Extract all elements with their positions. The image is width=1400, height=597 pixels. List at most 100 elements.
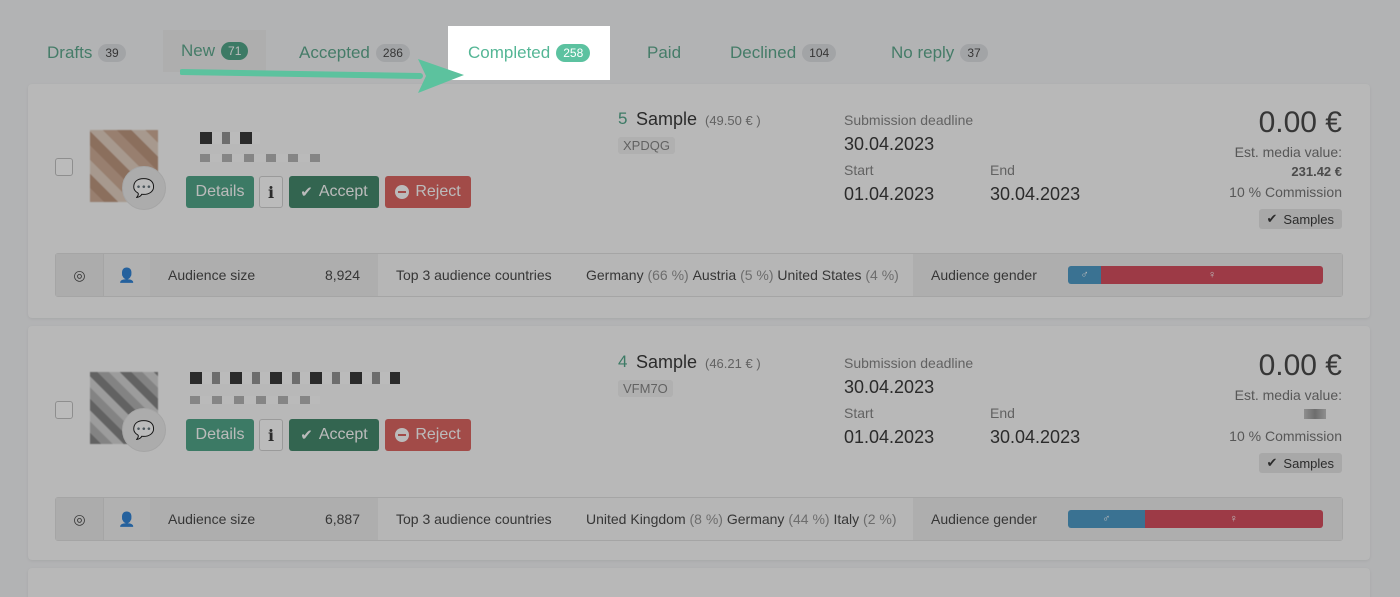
info-button[interactable]: i (259, 419, 283, 451)
check-icon: ✔ (1266, 211, 1278, 226)
top-countries-value: United Kingdom (8 %) Germany (44 %) Ital… (586, 498, 913, 540)
commission: 10 % Commission (1229, 184, 1342, 200)
gender-bar-wrap: ♂ ♀ (1068, 498, 1342, 540)
accept-button[interactable]: ✔ Accept (289, 419, 379, 451)
gender-bar: ♂ ♀ (1068, 510, 1323, 528)
chat-icon[interactable]: 💬 (122, 408, 166, 452)
check-icon: ✔ (1266, 455, 1278, 470)
details-button[interactable]: Details (186, 419, 254, 451)
user-icon: 👤 (104, 498, 150, 540)
gender-female-segment: ♀ (1144, 510, 1323, 528)
audience-size-value: 6,887 (305, 498, 378, 540)
deadline-value: 30.04.2023 (844, 134, 935, 154)
country-name: United States (777, 267, 862, 283)
product-code: VFM7O (618, 380, 673, 397)
end-value: 30.04.2023 (990, 427, 1081, 447)
tab-completed[interactable]: Completed 258 (448, 26, 611, 80)
collaboration-card (28, 568, 1370, 597)
select-checkbox[interactable] (55, 158, 73, 176)
redacted-name (190, 372, 400, 384)
tab-count-badge: 37 (960, 44, 988, 62)
tab-drafts[interactable]: Drafts 39 (47, 26, 126, 80)
male-icon: ♂ (1080, 269, 1089, 281)
country-pct: (8 %) (689, 511, 723, 527)
tab-no-reply[interactable]: No reply 37 (891, 26, 988, 80)
gender-male-segment: ♂ (1068, 266, 1102, 284)
female-icon: ♀ (1207, 269, 1217, 281)
info-button[interactable]: i (259, 176, 283, 208)
country-name: Germany (586, 267, 644, 283)
deadline-label: Submission deadline (844, 112, 974, 128)
gender-female-segment: ♀ (1101, 266, 1323, 284)
audience-size-label: Audience size (150, 498, 305, 540)
tab-count-badge: 39 (98, 44, 126, 62)
reject-button[interactable]: Reject (385, 176, 471, 208)
tab-count-badge: 104 (802, 44, 837, 62)
country-name: United Kingdom (586, 511, 686, 527)
end-value: 30.04.2023 (990, 184, 1081, 204)
accept-button[interactable]: ✔ Accept (289, 176, 379, 208)
collaboration-card: 💬 Details i ✔ Accept Reject 4 Sample (46.… (28, 326, 1370, 560)
reject-label: Reject (415, 426, 461, 443)
media-value-label: Est. media value: (1234, 387, 1342, 403)
status-tabs: Drafts 39 New 71 Accepted 286 Completed … (28, 26, 1028, 80)
reject-button[interactable]: Reject (385, 419, 471, 451)
gender-bar-wrap: ♂ ♀ (1068, 254, 1342, 296)
product-name: Sample (636, 109, 698, 129)
samples-label: Samples (1283, 455, 1334, 471)
samples-label: Samples (1283, 211, 1334, 227)
annotation-arrow-icon (180, 59, 464, 93)
check-icon: ✔ (300, 184, 313, 201)
check-icon: ✔ (300, 427, 313, 444)
minus-circle-icon (395, 185, 410, 199)
tab-count-badge: 258 (556, 44, 591, 62)
tab-label: No reply (891, 43, 955, 62)
chat-icon[interactable]: 💬 (122, 166, 166, 210)
details-label: Details (195, 183, 245, 200)
product-code: XPDQG (618, 137, 675, 154)
tab-label: Drafts (47, 43, 93, 62)
tab-label: Declined (730, 43, 797, 62)
tab-label: Completed (468, 43, 551, 62)
accept-label: Accept (318, 426, 368, 443)
minus-circle-icon (395, 428, 410, 442)
country-pct: (2 %) (863, 511, 897, 527)
country-name: Germany (726, 511, 785, 527)
audience-size-label: Audience size (150, 254, 305, 296)
top-countries-label: Top 3 audience countries (378, 254, 586, 296)
end-label: End (990, 162, 1015, 178)
country-name: Austria (692, 267, 737, 283)
tab-paid[interactable]: Paid (647, 26, 681, 80)
redacted-name (200, 132, 260, 144)
samples-badge: ✔ Samples (1258, 453, 1342, 473)
product-name: Sample (636, 352, 698, 372)
samples-badge: ✔ Samples (1258, 209, 1342, 229)
start-label: Start (844, 162, 874, 178)
redacted-handle (190, 396, 320, 404)
commission: 10 % Commission (1229, 428, 1342, 444)
product-qty: 5 (618, 109, 628, 128)
audience-stats: ◎ 👤 Audience size 8,924 Top 3 audience c… (55, 253, 1343, 297)
country-pct: (5 %) (740, 267, 774, 283)
select-checkbox[interactable] (55, 401, 73, 419)
audience-gender-label: Audience gender (913, 498, 1068, 540)
info-icon: i (267, 425, 275, 445)
product-qty: 4 (618, 352, 628, 371)
tab-declined[interactable]: Declined 104 (730, 26, 837, 80)
gender-male-segment: ♂ (1068, 510, 1145, 528)
collaboration-card: 💬 Details i ✔ Accept Reject 5 Sample (49.… (28, 84, 1370, 318)
audience-size-value: 8,924 (305, 254, 378, 296)
reject-label: Reject (415, 183, 461, 200)
amount: 0.00 € (1258, 106, 1342, 139)
top-countries-value: Germany (66 %) Austria (5 %) United Stat… (586, 254, 913, 296)
media-value: 231.42 € (1291, 164, 1342, 179)
tab-label: Paid (647, 43, 682, 62)
media-value-label: Est. media value: (1234, 144, 1342, 160)
details-button[interactable]: Details (186, 176, 254, 208)
info-icon: i (267, 182, 275, 202)
end-label: End (990, 405, 1015, 421)
male-icon: ♂ (1102, 513, 1111, 525)
country-name: Italy (833, 511, 860, 527)
female-icon: ♀ (1229, 513, 1238, 525)
start-label: Start (844, 405, 874, 421)
